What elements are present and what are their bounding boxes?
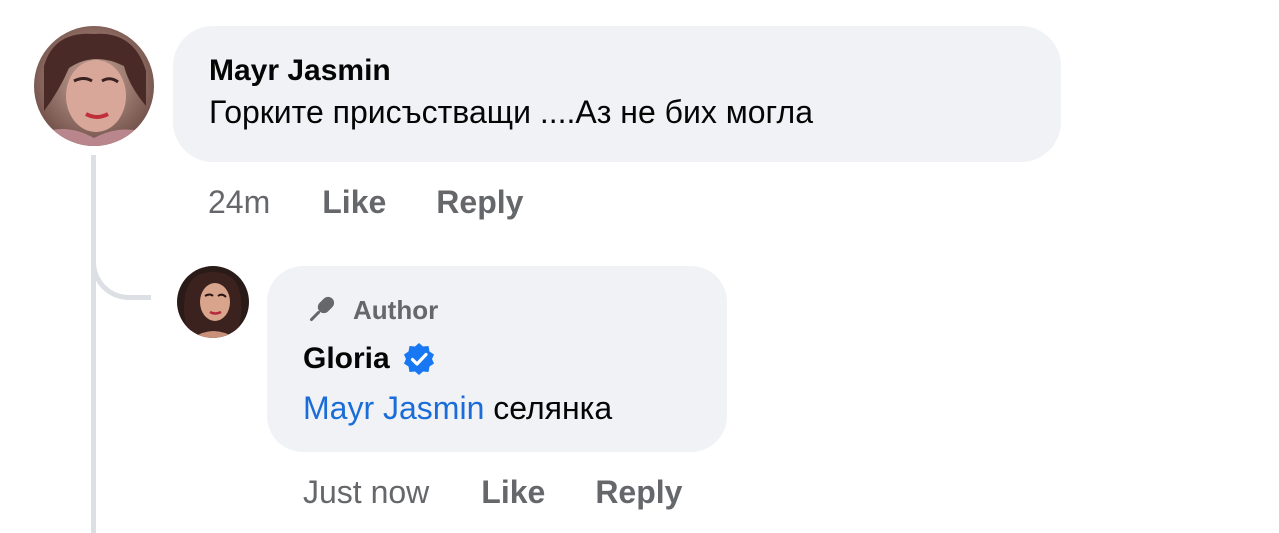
thread-line: [91, 155, 96, 533]
avatar-mayr-jasmin[interactable]: [34, 26, 154, 146]
comment-actions: 24m Like Reply: [208, 180, 573, 224]
comment-text: Горките присъстващи ....Аз не бих могла: [209, 94, 813, 130]
verified-badge-icon: [403, 343, 434, 375]
reply-message: селянка: [484, 390, 613, 426]
comment-like-button[interactable]: Like: [322, 184, 386, 221]
comment-bubble: Mayr Jasmin Горките присъстващи ....Аз н…: [173, 26, 1061, 162]
reply-author-name[interactable]: Gloria: [303, 340, 390, 378]
comment-timestamp[interactable]: 24m: [208, 184, 270, 221]
reply-timestamp[interactable]: Just now: [303, 474, 429, 511]
author-badge-label: Author: [353, 294, 439, 325]
comment-author-name[interactable]: Mayr Jasmin: [209, 52, 1025, 90]
avatar-gloria[interactable]: [177, 266, 249, 338]
mention-link[interactable]: Mayr Jasmin: [303, 390, 484, 426]
thread-connector: [91, 240, 151, 300]
comment-reply-button[interactable]: Reply: [436, 184, 523, 221]
microphone-icon: [309, 296, 335, 322]
reply-bubble: Author Gloria Mayr Jasmin селянка: [267, 266, 727, 452]
reply-like-button[interactable]: Like: [481, 474, 545, 511]
reply-reply-button[interactable]: Reply: [595, 474, 682, 511]
reply-text: Mayr Jasmin селянка: [303, 386, 691, 430]
reply-actions: Just now Like Reply: [303, 470, 732, 514]
author-badge: Author: [303, 290, 691, 330]
